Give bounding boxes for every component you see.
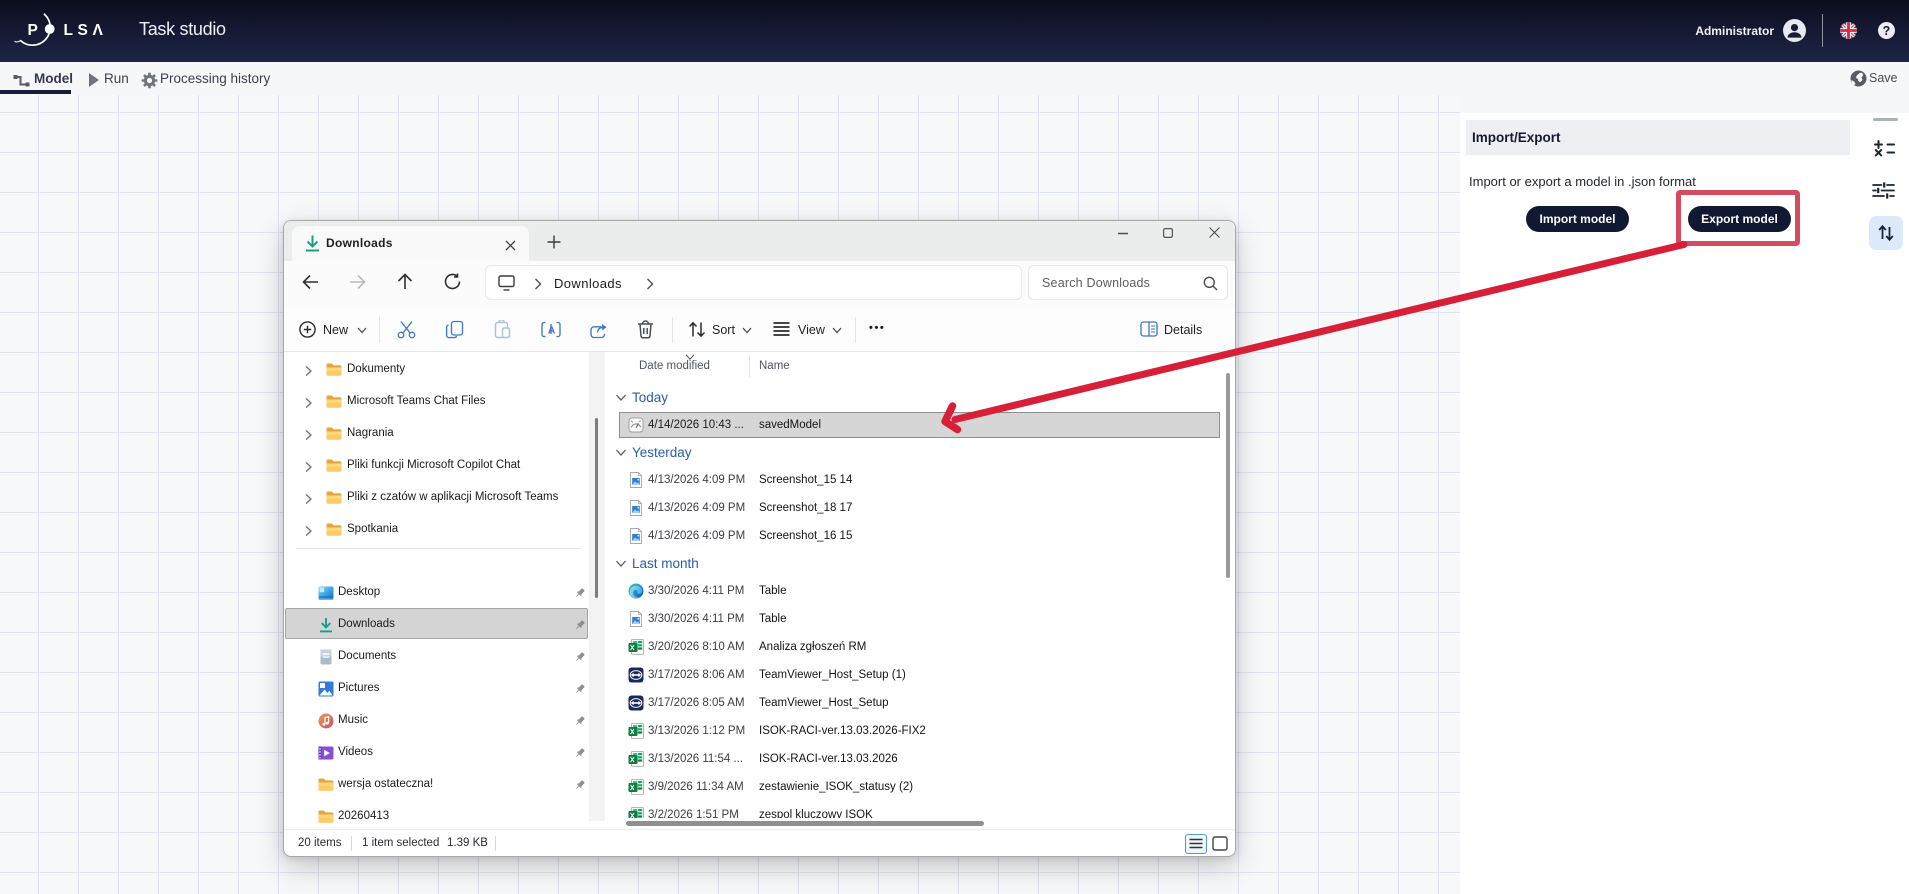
svg-text:L: L bbox=[64, 22, 73, 39]
svg-text:Λ: Λ bbox=[93, 22, 104, 39]
svg-text:A: A bbox=[548, 325, 556, 337]
svg-text:?: ? bbox=[1883, 24, 1891, 38]
svg-text:P: P bbox=[28, 22, 38, 39]
svg-text:S: S bbox=[78, 22, 88, 39]
